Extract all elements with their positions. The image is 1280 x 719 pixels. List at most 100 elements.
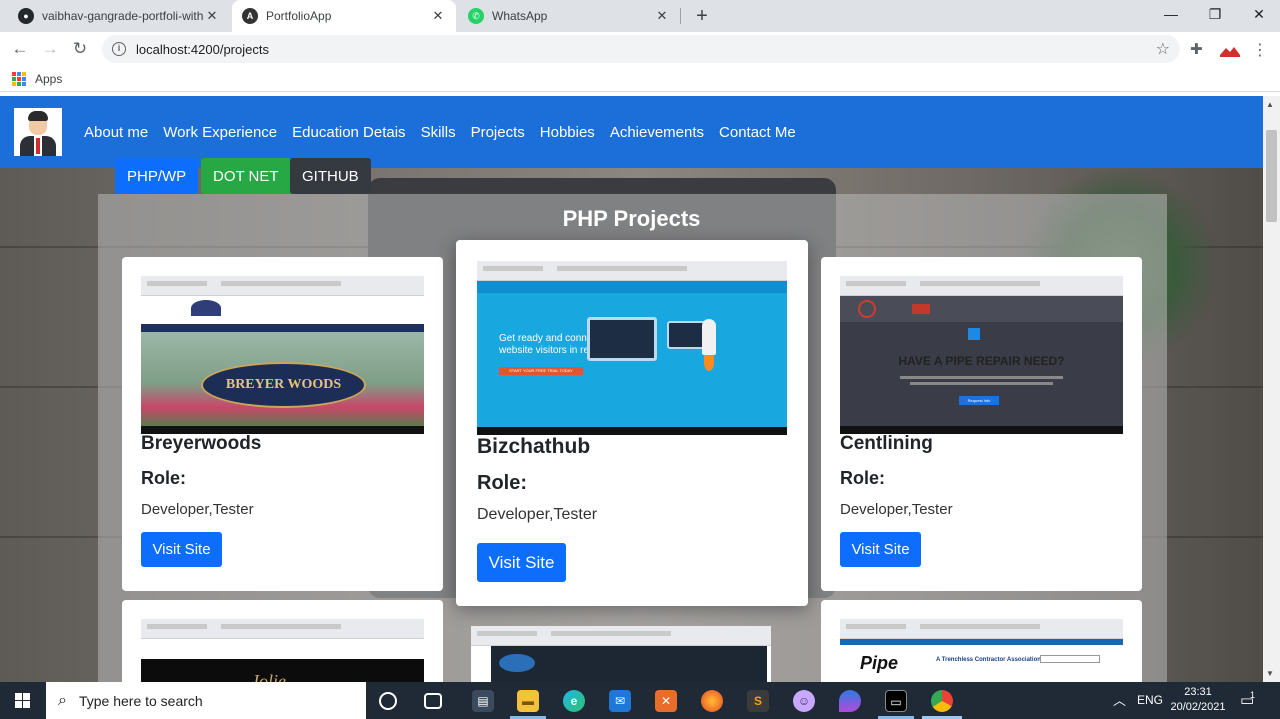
nav-about-me[interactable]: About me (84, 124, 148, 141)
project-screenshot[interactable]: Pipe A Trenchless Contractor Association (840, 619, 1123, 682)
taskbar-clock[interactable]: 23:31 20/02/2021 (1168, 685, 1228, 715)
breyer-woods-sign: BREYER WOODS (225, 377, 342, 392)
tab-title: vaibhav-gangrade-portfoli-with- (42, 9, 204, 23)
apps-bookmark[interactable]: Apps (35, 72, 62, 86)
notification-count: 1 (1250, 690, 1256, 700)
nav-projects[interactable]: Projects (471, 124, 525, 141)
restore-icon[interactable]: ❐ (1192, 0, 1238, 30)
extension-logo-icon[interactable] (1220, 44, 1240, 57)
project-card-partial: Pipe A Trenchless Contractor Association (821, 600, 1142, 682)
minimize-icon[interactable]: — (1148, 0, 1194, 30)
role-value: Developer,Tester (477, 506, 598, 523)
clock-time: 23:31 (1184, 686, 1212, 698)
page-viewport: About me Work Experience Education Detai… (0, 96, 1280, 682)
bizchathub-cta: START YOUR FREE TRIAL TODAY (499, 367, 583, 375)
tab-dot-net[interactable]: DOT NET (201, 158, 291, 194)
project-name: Bizchathub (477, 435, 591, 458)
cortana-icon[interactable] (379, 692, 397, 710)
xampp-icon[interactable]: ✕ (655, 690, 677, 712)
nav-achievements[interactable]: Achievements (610, 124, 704, 141)
notification-icon[interactable]: ▭ 1 (1240, 682, 1256, 719)
scroll-down-icon[interactable]: ▼ (1266, 669, 1274, 678)
nav-skills[interactable]: Skills (421, 124, 456, 141)
project-name: Breyerwoods (141, 433, 262, 454)
project-screenshot[interactable]: Jolie (141, 619, 424, 682)
page-scrollbar[interactable]: ▲ ▼ (1263, 96, 1280, 682)
role-value: Developer,Tester (141, 501, 254, 518)
project-card-bizchathub: Get ready and connect to your website vi… (456, 240, 808, 606)
tab-title: PortfolioApp (266, 9, 332, 23)
app-icon[interactable]: ☺ (793, 690, 815, 712)
whatsapp-icon: ✆ (468, 8, 484, 24)
project-card-centlining: HAVE A PIPE REPAIR NEED? Request Info Ce… (821, 257, 1142, 591)
project-screenshot[interactable]: HAVE A PIPE REPAIR NEED? Request Info (840, 276, 1123, 434)
close-tab-icon[interactable]: ✕ (430, 8, 446, 24)
project-screenshot[interactable]: Get ready and connect to your website vi… (477, 261, 787, 435)
tab-whatsapp[interactable]: ✆ WhatsApp ✕ (458, 0, 680, 32)
tab-php-wp[interactable]: PHP/WP (115, 158, 199, 194)
task-view-icon[interactable] (424, 693, 442, 709)
tab-title: WhatsApp (492, 9, 548, 23)
mail-icon[interactable]: ✉ (609, 690, 631, 712)
scroll-up-icon[interactable]: ▲ (1266, 100, 1274, 109)
role-label: Role: (477, 472, 527, 494)
close-tab-icon[interactable]: ✕ (654, 8, 670, 24)
search-icon: ⌕ (58, 691, 67, 709)
menu-kebab-icon[interactable]: ⋮ (1252, 40, 1268, 60)
bookmarks-bar: Apps (0, 66, 1280, 92)
language-indicator[interactable]: ENG (1137, 682, 1163, 719)
file-explorer-icon[interactable]: ▬ (517, 690, 539, 712)
new-tab-button[interactable]: + (690, 4, 714, 28)
edge-icon[interactable]: e (563, 690, 585, 712)
centlining-cta: Request Info (959, 396, 999, 405)
store-icon[interactable]: ▤ (472, 690, 494, 712)
project-name: Centlining (840, 433, 933, 454)
extensions-icon[interactable]: ✚ (1190, 40, 1203, 58)
tray-chevron-icon[interactable]: ︿ (1113, 682, 1126, 719)
centlining-headline: HAVE A PIPE REPAIR NEED? (898, 354, 1065, 368)
avatar[interactable] (14, 108, 62, 156)
windows-taskbar: ⌕ Type here to search ▤ ▬ e ✉ ✕ S ☺ ▭ ︿ … (0, 682, 1280, 719)
bookmark-star-icon[interactable]: ☆ (1156, 39, 1170, 59)
nav-hobbies[interactable]: Hobbies (540, 124, 595, 141)
tab-portfolioapp[interactable]: A PortfolioApp ✕ (232, 0, 456, 32)
project-card-partial (471, 626, 792, 682)
firefox-icon[interactable] (701, 690, 723, 712)
scrollbar-thumb[interactable] (1266, 130, 1277, 222)
info-icon[interactable]: i (112, 42, 126, 56)
tab-github[interactable]: ● vaibhav-gangrade-portfoli-with- ✕ (8, 0, 230, 32)
nav-work-experience[interactable]: Work Experience (163, 124, 277, 141)
pipe-subtitle: A Trenchless Contractor Association (936, 657, 1041, 663)
browser-toolbar: ← → ↻ i localhost:4200/projects ☆ ✚ ⋮ (0, 32, 1280, 66)
url-text[interactable]: localhost:4200/projects (136, 42, 269, 57)
reload-icon[interactable]: ↻ (68, 37, 92, 61)
visit-site-button[interactable]: Visit Site (840, 532, 921, 567)
project-card-partial: Jolie (122, 600, 443, 682)
close-window-icon[interactable]: ✕ (1236, 0, 1280, 30)
role-value: Developer,Tester (840, 501, 953, 518)
pipe-logo: Pipe (860, 653, 899, 673)
search-placeholder[interactable]: Type here to search (79, 693, 203, 709)
address-bar[interactable]: i localhost:4200/projects ☆ (102, 35, 1180, 63)
apps-grid-icon[interactable] (12, 72, 26, 86)
browser-tab-bar: ● vaibhav-gangrade-portfoli-with- ✕ A Po… (0, 0, 1280, 32)
angular-icon: A (242, 8, 258, 24)
nav-contact-me[interactable]: Contact Me (719, 124, 796, 141)
role-label: Role: (141, 468, 186, 488)
tab-github[interactable]: GITHUB (290, 158, 371, 194)
project-screenshot[interactable] (471, 626, 771, 682)
terminal-icon[interactable]: ▭ (885, 690, 907, 712)
droplet-icon[interactable] (839, 690, 861, 712)
taskbar-search[interactable]: ⌕ Type here to search (46, 682, 366, 719)
windows-start-icon[interactable] (0, 682, 46, 719)
chrome-icon[interactable] (931, 690, 953, 712)
project-screenshot[interactable]: BREYER WOODS (141, 276, 424, 434)
visit-site-button[interactable]: Visit Site (477, 543, 566, 582)
back-icon[interactable]: ← (8, 37, 32, 61)
nav-education-details[interactable]: Education Detais (292, 124, 405, 141)
visit-site-button[interactable]: Visit Site (141, 532, 222, 567)
forward-icon[interactable]: → (38, 37, 62, 61)
sublime-icon[interactable]: S (747, 690, 769, 712)
section-title: PHP Projects (562, 206, 701, 231)
close-tab-icon[interactable]: ✕ (204, 8, 220, 24)
